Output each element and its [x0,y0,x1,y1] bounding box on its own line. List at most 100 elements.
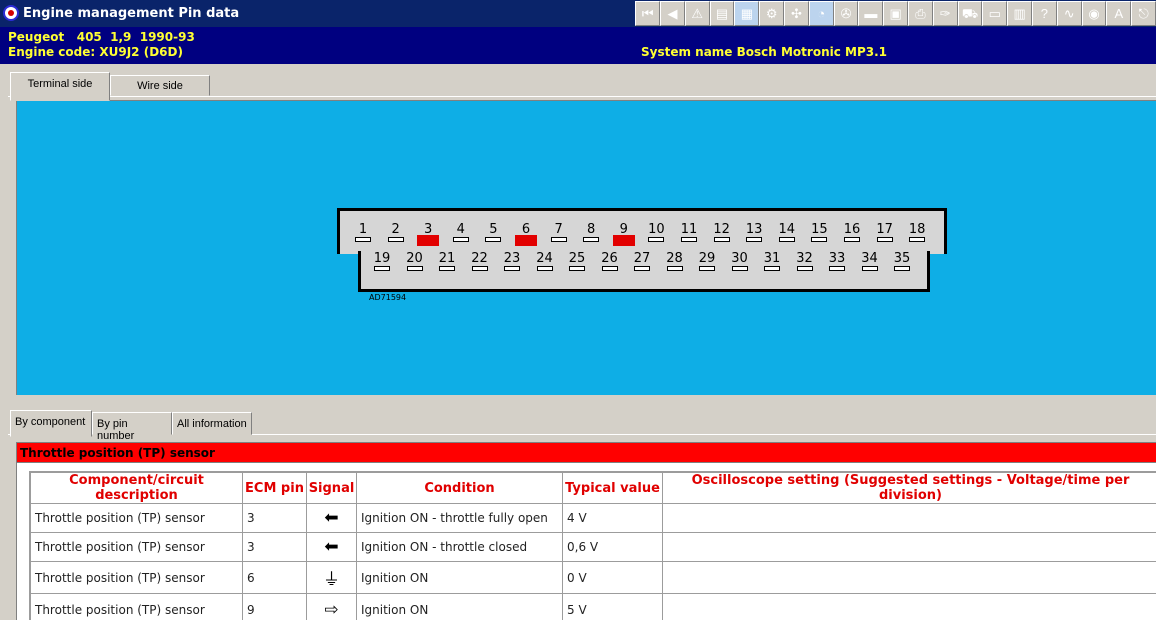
gear-button[interactable]: ⚙ [759,1,785,26]
pin-21[interactable]: 21 [429,251,465,271]
pin-20[interactable]: 20 [397,251,433,271]
pin-11[interactable]: 11 [671,222,707,242]
pin-14[interactable]: 14 [769,222,805,242]
table-row[interactable]: Throttle position (TP) sensor 3 ⬅ Ignition … [30,503,1156,533]
pin-12[interactable]: 12 [704,222,740,242]
book-button[interactable]: ▥ [1007,1,1033,26]
pin-31[interactable]: 31 [754,251,790,271]
col-header-typical-value: Typical value [562,472,663,504]
cell-oscilloscope [662,593,1156,620]
pin-4[interactable]: 4 [443,222,479,242]
pin-18[interactable]: 18 [899,222,935,242]
pin-17[interactable]: 17 [867,222,903,242]
pin-35[interactable]: 35 [884,251,920,271]
book-icon: ▥ [1013,6,1026,21]
table-row[interactable]: Throttle position (TP) sensor 6 ⏚ Ignition … [30,561,1156,594]
pin-26[interactable]: 26 [592,251,628,271]
tab-all-information[interactable]: All information [172,412,252,435]
tab-wire-side[interactable]: Wire side [110,75,210,96]
pin-number: 19 [373,251,391,266]
pin-22[interactable]: 22 [462,251,498,271]
pin-3[interactable]: 3 [410,222,446,246]
help-button[interactable]: ? [1032,1,1057,26]
pin-terminal [811,237,828,242]
globe-icon: ◉ [1088,6,1100,21]
pin-24[interactable]: 24 [527,251,563,271]
pin-terminal [355,237,371,242]
pin-number: 35 [893,251,911,266]
pin-9[interactable]: 9 [606,222,642,246]
pin-number: 29 [698,251,716,266]
tab-terminal-side[interactable]: Terminal side [10,72,110,101]
pin-15[interactable]: 15 [801,222,837,242]
pin-33[interactable]: 33 [819,251,855,271]
pin-34[interactable]: 34 [852,251,888,271]
wiring-button[interactable]: ∿ [1056,1,1082,26]
pin-19[interactable]: 19 [364,251,400,271]
pin-number: 24 [536,251,553,266]
diagram-button[interactable]: ▦ [734,1,760,26]
warning-button[interactable]: ⚠ [684,1,710,26]
pin-terminal [681,237,697,242]
tab-by-pin-number[interactable]: By pin number [92,412,172,442]
pin-28[interactable]: 28 [657,251,693,271]
pin-2[interactable]: 2 [378,222,414,242]
table-row[interactable]: Throttle position (TP) sensor 3 ⬅ Ignition … [30,532,1156,562]
wiring-icon: ∿ [1063,6,1075,21]
help-icon: ? [1040,6,1049,21]
col-header-oscilloscope: Oscilloscope setting (Suggested settings… [662,472,1156,504]
pin-13[interactable]: 13 [736,222,772,242]
tab-by-component[interactable]: By component [10,410,92,437]
printer-button[interactable]: ⎙ [908,1,933,26]
wrench-icon: ✑ [939,6,951,21]
back-button[interactable]: ◀ [660,1,685,26]
pin-terminal [583,237,600,242]
printer-icon: ⎙ [915,6,926,21]
pin-terminal [764,266,780,271]
back-icon: ◀ [667,6,678,21]
car-button[interactable]: ⛟ [957,1,983,26]
tools-button[interactable]: ✣ [784,1,809,26]
pin-30[interactable]: 30 [722,251,758,271]
pin-6[interactable]: 6 [508,222,544,246]
car-icon: ⛟ [961,6,979,21]
pin-terminal [844,237,860,242]
pin-number: 11 [680,222,698,237]
pin-terminal [648,237,665,242]
pages-button[interactable]: ▭ [982,1,1008,26]
pin-5[interactable]: 5 [475,222,511,242]
pin-8[interactable]: 8 [573,222,609,242]
pin-number: 28 [666,251,683,266]
gauge-button[interactable]: ◔ [808,1,834,26]
pin-terminal [699,266,715,271]
pin-16[interactable]: 16 [834,222,870,242]
pin-7[interactable]: 7 [541,222,577,242]
app-logo-icon[interactable] [3,5,19,21]
wrench-button[interactable]: ✑ [932,1,958,26]
gear-icon: ⚙ [765,6,778,21]
toolbar: ⏮ ◀ ⚠ ▤ ▦ ⚙ ✣ ◔ ✇ ▬ ▣ ⎙ ✑ ⛟ ▭ ▥? ∿ ◉ A ⎋ [635,1,1156,26]
battery-button[interactable]: ▬ [858,1,884,26]
pin-10[interactable]: 10 [638,222,674,242]
pin-terminal [452,237,469,242]
pin-terminal [829,266,845,271]
document-button[interactable]: ▤ [709,1,735,26]
pin-27[interactable]: 27 [624,251,660,271]
pin-29[interactable]: 29 [689,251,725,271]
first-button[interactable]: ⏮ [635,1,661,26]
font-button[interactable]: A [1106,1,1132,26]
pin-25[interactable]: 25 [559,251,595,271]
save-button[interactable]: ▣ [883,1,909,26]
engine-button[interactable]: ✇ [833,1,859,26]
cell-signal: ⬅ [306,503,357,533]
exit-button[interactable]: ⎋ [1131,1,1156,26]
pin-32[interactable]: 32 [787,251,823,271]
pin-23[interactable]: 23 [494,251,530,271]
tab-divider [8,96,1156,97]
cell-typical-value: 0 V [562,561,663,594]
pin-terminal [876,237,893,242]
cell-component: Throttle position (TP) sensor [30,593,243,620]
pin-1[interactable]: 1 [345,222,381,242]
table-row[interactable]: Throttle position (TP) sensor 9 ⇨ Ignition … [30,593,1156,620]
globe-button[interactable]: ◉ [1081,1,1107,26]
